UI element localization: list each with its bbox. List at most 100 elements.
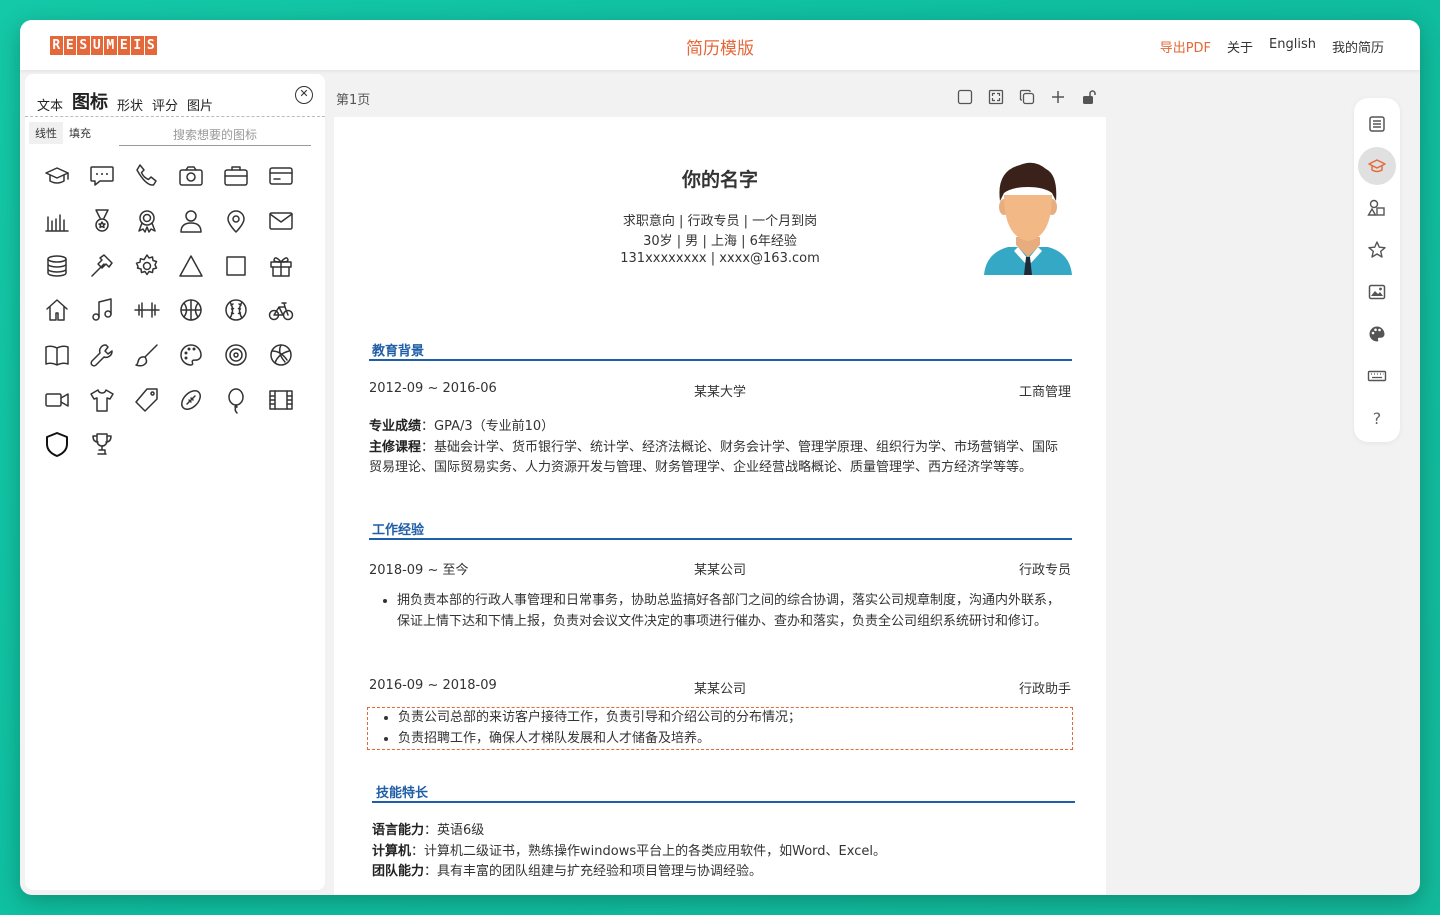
section-divider: [369, 359, 1072, 361]
close-icon[interactable]: ✕: [295, 86, 313, 104]
graduation-cap-icon[interactable]: [35, 154, 80, 199]
checkbox-icon[interactable]: [956, 88, 974, 106]
job-row[interactable]: 2018-09 ~ 至今 某某公司 行政专员: [369, 559, 1071, 578]
job-company: 某某公司: [693, 682, 746, 697]
education-row[interactable]: 2012-09 ~ 2016-06 某某大学 工商管理: [369, 381, 1071, 400]
list-item: 负责公司总部的来访客户接待工作，负责引导和介绍公司的分布情况；: [398, 708, 1072, 729]
shapes-icon[interactable]: [1358, 189, 1396, 227]
database-icon[interactable]: [35, 243, 80, 288]
keyboard-icon[interactable]: [1358, 357, 1396, 395]
language-link[interactable]: English: [1269, 37, 1316, 56]
location-pin-icon[interactable]: [214, 199, 259, 244]
tab-icons[interactable]: 图标: [72, 88, 108, 114]
dumbbell-icon[interactable]: [124, 288, 169, 333]
skill-label: 团队能力: [372, 864, 425, 879]
education-school: 某某大学: [693, 385, 746, 400]
tab-filled[interactable]: 填充: [63, 122, 97, 144]
add-page-icon[interactable]: [1049, 88, 1067, 106]
job-role: 行政助手: [1018, 682, 1071, 697]
graduation-cap-icon[interactable]: [1358, 147, 1396, 185]
image-icon[interactable]: [1358, 273, 1396, 311]
logo-letter: S: [77, 36, 91, 55]
user-icon[interactable]: [169, 199, 214, 244]
phone-icon[interactable]: [124, 154, 169, 199]
about-link[interactable]: 关于: [1227, 37, 1253, 56]
logo-letter: R: [50, 36, 64, 55]
logo-letter: I: [131, 36, 145, 55]
section-title-skills[interactable]: 技能特长: [376, 782, 428, 801]
unlock-icon[interactable]: [1080, 88, 1098, 106]
music-note-icon[interactable]: [80, 288, 125, 333]
tab-text[interactable]: 文本: [37, 95, 63, 114]
book-icon[interactable]: [35, 333, 80, 378]
section-title-work[interactable]: 工作经验: [372, 519, 424, 538]
volleyball-icon[interactable]: [258, 333, 303, 378]
list-item: 拥负责本部的行政人事管理和日常事务，协助总监搞好各部门之间的综合协调，落实公司规…: [397, 591, 1071, 632]
award-ribbon-icon[interactable]: [124, 199, 169, 244]
document-icon[interactable]: [1358, 105, 1396, 143]
t-shirt-icon[interactable]: [80, 377, 125, 422]
courses-label: 主修课程: [369, 439, 422, 455]
shield-icon[interactable]: [35, 422, 80, 467]
section-title-education[interactable]: 教育背景: [372, 340, 424, 359]
palette-icon[interactable]: [1358, 315, 1396, 353]
list-item: 负责招聘工作，确保人才梯队发展和人才储备及培养。: [398, 729, 1072, 750]
gift-icon[interactable]: [258, 243, 303, 288]
logo[interactable]: RESUMEIS: [50, 36, 158, 55]
export-pdf-link[interactable]: 导出PDF: [1160, 37, 1211, 56]
bar-chart-icon[interactable]: [35, 199, 80, 244]
grade-text: ：GPA/3（专业前10）: [421, 419, 555, 434]
basketball-icon[interactable]: [169, 288, 214, 333]
star-badge-icon[interactable]: [1358, 231, 1396, 269]
target-icon[interactable]: [214, 333, 259, 378]
tag-icon[interactable]: [124, 377, 169, 422]
palette-icon[interactable]: [169, 333, 214, 378]
triangle-icon[interactable]: [169, 243, 214, 288]
job-row[interactable]: 2016-09 ~ 2018-09 某某公司 行政助手: [369, 678, 1071, 697]
mail-icon[interactable]: [258, 199, 303, 244]
trophy-icon[interactable]: [80, 422, 125, 467]
home-icon[interactable]: [35, 288, 80, 333]
duplicate-icon[interactable]: [1018, 88, 1036, 106]
hammer-icon[interactable]: [80, 243, 125, 288]
baseball-icon[interactable]: [214, 288, 259, 333]
education-details[interactable]: 专业成绩：GPA/3（专业前10） 主修课程：基础会计学、货币银行学、统计学、经…: [369, 417, 1071, 479]
fit-page-icon[interactable]: [987, 88, 1005, 106]
element-panel: 文本 图标 形状 评分 图片 ✕ 线性 填充: [25, 74, 325, 890]
education-major: 工商管理: [1018, 385, 1071, 400]
skill-text: ：英语6级: [424, 823, 485, 838]
help-icon[interactable]: ?: [1358, 399, 1396, 437]
tab-outline[interactable]: 线性: [29, 122, 63, 144]
chat-bubble-icon[interactable]: [80, 154, 125, 199]
icon-search-input[interactable]: [119, 124, 311, 146]
medal-icon[interactable]: [80, 199, 125, 244]
top-bar: RESUMEIS 简历模版 导出PDF 关于 English 我的简历: [20, 20, 1420, 70]
square-icon[interactable]: [214, 243, 259, 288]
tab-shapes[interactable]: 形状: [117, 95, 143, 114]
tab-images[interactable]: 图片: [187, 95, 213, 114]
briefcase-icon[interactable]: [214, 154, 259, 199]
brush-icon[interactable]: [124, 333, 169, 378]
film-icon[interactable]: [258, 377, 303, 422]
credit-card-icon[interactable]: [258, 154, 303, 199]
camera-icon[interactable]: [169, 154, 214, 199]
football-icon[interactable]: [169, 377, 214, 422]
gear-icon[interactable]: [124, 243, 169, 288]
tab-rating[interactable]: 评分: [152, 95, 178, 114]
balloon-icon[interactable]: [214, 377, 259, 422]
bicycle-icon[interactable]: [258, 288, 303, 333]
my-resumes-link[interactable]: 我的简历: [1332, 37, 1384, 56]
logo-letter: S: [144, 36, 158, 55]
app-title: 简历模版: [686, 39, 754, 59]
skill-label: 语言能力: [372, 823, 425, 838]
avatar[interactable]: [982, 157, 1074, 277]
right-toolbar: ?: [1354, 98, 1400, 442]
skill-text: ：计算机二级证书，熟练操作windows平台上的各类应用软件，如Word、Exc…: [411, 843, 886, 859]
wrench-icon[interactable]: [80, 333, 125, 378]
top-nav: 导出PDF 关于 English 我的简历: [1160, 37, 1384, 56]
skills-details[interactable]: 语言能力：英语6级 计算机：计算机二级证书，熟练操作windows平台上的各类应…: [372, 821, 1074, 883]
divider: [25, 116, 325, 117]
selected-text-block[interactable]: 负责公司总部的来访客户接待工作，负责引导和介绍公司的分布情况； 负责招聘工作，确…: [367, 707, 1073, 750]
video-camera-icon[interactable]: [35, 377, 80, 422]
job-bullets[interactable]: 拥负责本部的行政人事管理和日常事务，协助总监搞好各部门之间的综合协调，落实公司规…: [369, 591, 1071, 632]
